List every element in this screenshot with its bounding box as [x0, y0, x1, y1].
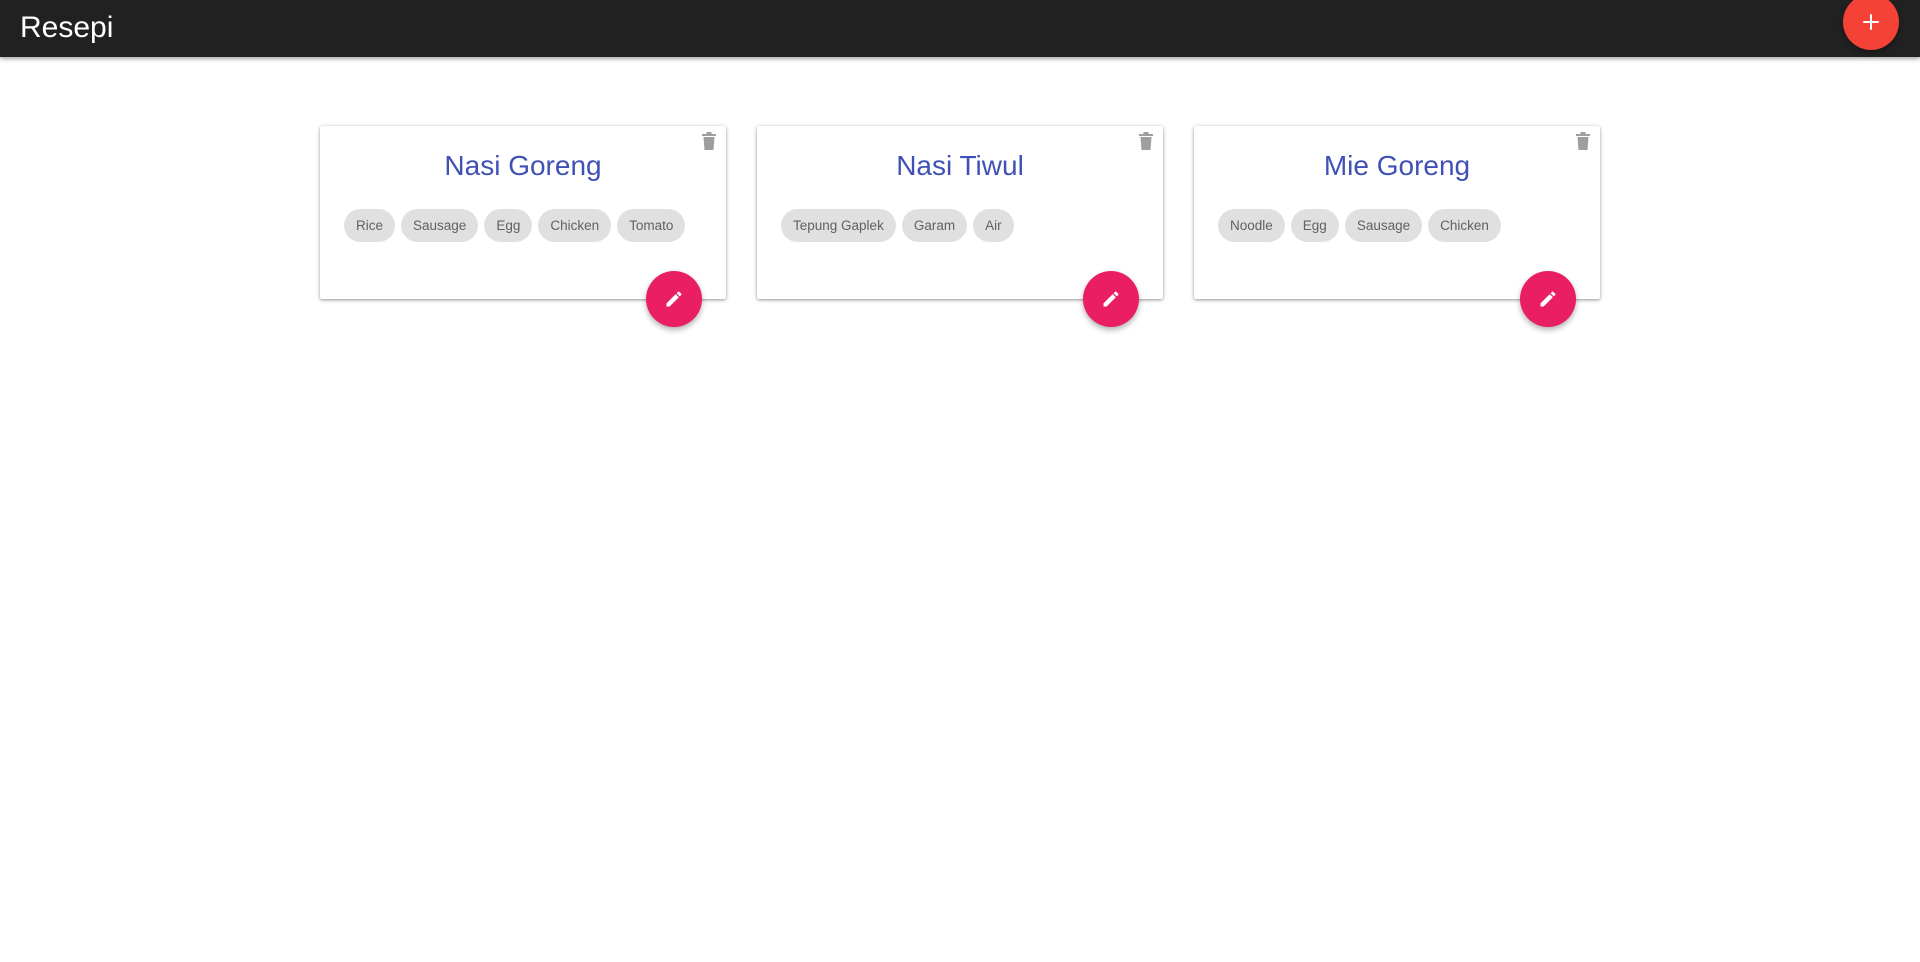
ingredient-chips: Noodle Egg Sausage Chicken	[1218, 209, 1501, 242]
plus-icon	[1863, 14, 1879, 30]
edit-recipe-button[interactable]	[1520, 271, 1576, 327]
recipe-title: Nasi Tiwul	[896, 150, 1024, 181]
recipe-title: Nasi Goreng	[444, 150, 602, 181]
ingredient-chip: Air	[973, 209, 1014, 242]
recipe-card: Nasi Tiwul Tepung Gaplek Garam Air	[757, 126, 1163, 327]
ingredient-chip: Chicken	[1428, 209, 1501, 242]
ingredient-chip: Tomato	[617, 209, 686, 242]
ingredient-chip: Chicken	[538, 209, 612, 242]
ingredient-chips: Rice Sausage Egg Chicken Tomato	[344, 209, 686, 242]
edit-recipe-button[interactable]	[1083, 271, 1139, 327]
app-bar: Resepi	[0, 0, 1920, 57]
pencil-icon	[1540, 291, 1556, 307]
ingredient-chips: Tepung Gaplek Garam Air	[781, 209, 1014, 242]
pencil-icon	[1103, 291, 1119, 307]
ingredient-chip: Garam	[901, 209, 968, 242]
add-recipe-button[interactable]	[1843, 0, 1899, 50]
ingredient-chip: Noodle	[1218, 209, 1285, 242]
app-title: Resepi	[20, 11, 114, 44]
pencil-icon	[666, 291, 682, 307]
recipe-card: Nasi Goreng Rice Sausage Egg Chicken Tom…	[320, 126, 726, 327]
recipe-title: Mie Goreng	[1323, 150, 1471, 181]
ingredient-chip: Egg	[1290, 209, 1339, 242]
ingredient-chip: Egg	[484, 209, 533, 242]
ingredient-chip: Sausage	[401, 209, 479, 242]
ingredient-chip: Rice	[344, 209, 396, 242]
recipe-card: Mie Goreng Noodle Egg Sausage Chicken	[1194, 126, 1600, 327]
edit-recipe-button[interactable]	[646, 271, 702, 327]
ingredient-chip: Sausage	[1344, 209, 1423, 242]
ingredient-chip: Tepung Gaplek	[781, 209, 896, 242]
